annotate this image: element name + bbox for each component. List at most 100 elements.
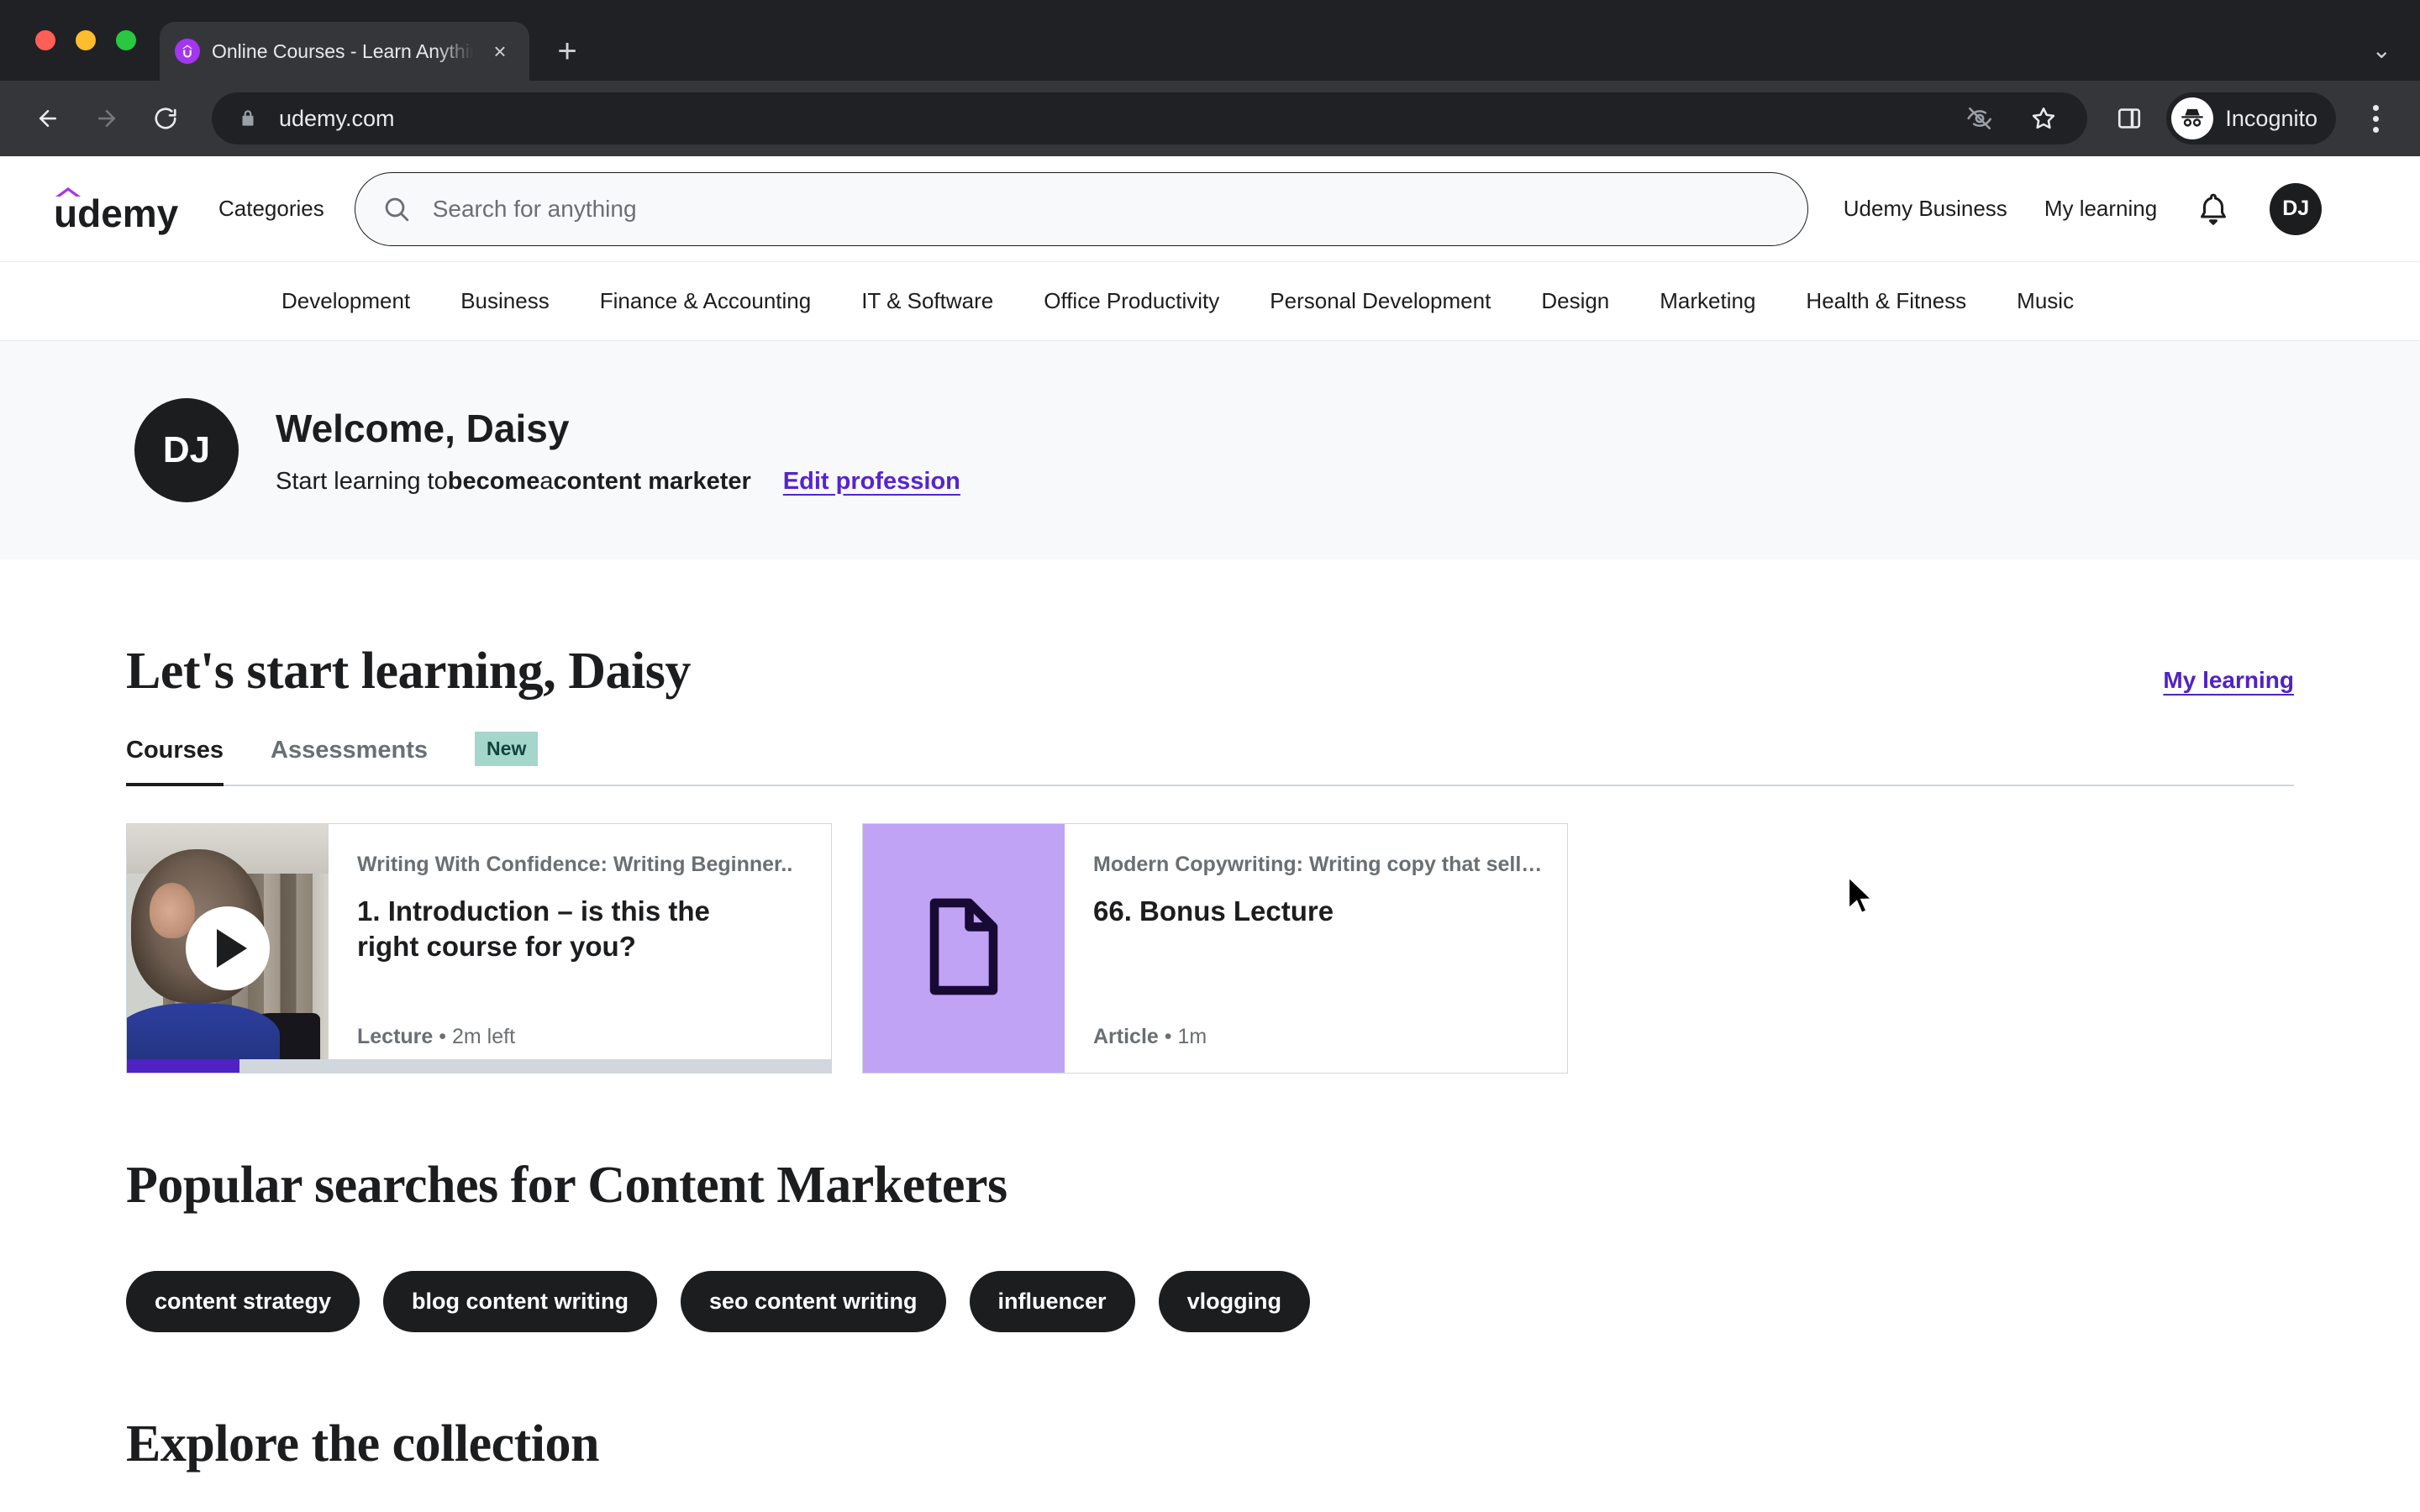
course-name: Modern Copywriting: Writing copy that se… <box>1093 853 1543 876</box>
incognito-label: Incognito <box>2225 105 2317 131</box>
browser-window: Online Courses - Learn Anything, On Your… <box>0 0 2420 1512</box>
svg-text:udemy: udemy <box>54 192 178 235</box>
welcome-sub-mid: a <box>539 467 554 495</box>
new-badge: New <box>475 732 539 766</box>
course-card-body: Writing With Confidence: Writing Beginne… <box>329 824 831 1073</box>
category-marketing[interactable]: Marketing <box>1634 288 1781 314</box>
side-panel-icon[interactable] <box>2107 97 2151 140</box>
course-thumbnail-article[interactable] <box>863 824 1065 1073</box>
course-card-body: Modern Copywriting: Writing copy that se… <box>1065 824 1567 1073</box>
explore-heading: Explore the collection <box>126 1415 599 1473</box>
explore-section-header: Explore the collection <box>126 1415 2294 1474</box>
welcome-avatar: DJ <box>134 398 239 502</box>
search-icon <box>382 195 411 223</box>
tab-search-chevron-down-icon[interactable]: ⌄ <box>2372 39 2391 62</box>
my-learning-link-header[interactable]: My learning <box>2044 196 2157 222</box>
category-personal-development[interactable]: Personal Development <box>1244 288 1516 314</box>
course-card[interactable]: Modern Copywriting: Writing copy that se… <box>862 823 1568 1074</box>
udemy-favicon-icon <box>175 39 200 64</box>
pill-content-strategy[interactable]: content strategy <box>126 1271 360 1332</box>
main-content: Let's start learning, Daisy My learning … <box>0 642 2420 1474</box>
bookmark-star-icon[interactable] <box>2022 97 2065 140</box>
site-header: udemy Categories Search for anything Ude… <box>0 156 2420 262</box>
course-name: Writing With Confidence: Writing Beginne… <box>357 853 793 876</box>
udemy-logo-icon[interactable]: udemy <box>44 183 179 235</box>
popular-heading: Popular searches for Content Marketers <box>126 1157 1007 1214</box>
forward-button[interactable] <box>81 92 133 144</box>
category-music[interactable]: Music <box>1991 288 2099 314</box>
udemy-business-link[interactable]: Udemy Business <box>1844 196 2007 222</box>
category-design[interactable]: Design <box>1516 288 1634 314</box>
popular-section-header: Popular searches for Content Marketers <box>126 1156 2294 1215</box>
search-bar[interactable]: Search for anything <box>354 171 1808 246</box>
category-finance-accounting[interactable]: Finance & Accounting <box>575 288 837 314</box>
maximize-window-button[interactable] <box>116 30 136 50</box>
lock-icon <box>234 97 262 140</box>
new-tab-button[interactable]: + <box>544 29 590 74</box>
pill-influencer[interactable]: influencer <box>969 1271 1135 1332</box>
course-card-meta: Article • 1m <box>1093 1025 1567 1073</box>
tab-assessments[interactable]: Assessments <box>271 737 428 785</box>
pill-vlogging[interactable]: vlogging <box>1158 1271 1311 1332</box>
category-nav: Development Business Finance & Accountin… <box>0 262 2420 341</box>
window-controls <box>0 30 136 81</box>
close-window-button[interactable] <box>35 30 55 50</box>
browser-menu-icon[interactable] <box>2353 92 2398 144</box>
user-avatar[interactable]: DJ <box>2270 182 2323 235</box>
welcome-title: Welcome, Daisy <box>276 406 570 450</box>
course-thumbnail-video[interactable] <box>127 824 329 1073</box>
pill-blog-content-writing[interactable]: blog content writing <box>383 1271 658 1332</box>
learning-heading: Let's start learning, Daisy <box>126 643 691 700</box>
pill-seo-content-writing[interactable]: seo content writing <box>681 1271 946 1332</box>
browser-tab-strip: Online Courses - Learn Anything, On Your… <box>0 0 2420 81</box>
category-health-fitness[interactable]: Health & Fitness <box>1781 288 1991 314</box>
search-input[interactable]: Search for anything <box>433 196 637 223</box>
tab-courses[interactable]: Courses <box>126 737 224 786</box>
course-card-menu-icon[interactable] <box>819 848 831 885</box>
cookie-blocked-eye-slash-icon[interactable] <box>1958 97 2002 140</box>
lecture-title: 66. Bonus Lecture <box>1093 895 1334 927</box>
browser-tab-title: Online Courses - Learn Anything, On Your… <box>212 39 474 62</box>
content-duration: 1m <box>1177 1025 1207 1048</box>
person-face <box>149 882 195 939</box>
lecture-title: 1. Introduction – is this the right cour… <box>357 895 710 963</box>
meta-separator: • <box>439 1025 447 1048</box>
incognito-icon <box>2171 97 2214 139</box>
category-it-software[interactable]: IT & Software <box>836 288 1018 314</box>
learning-tabs: Courses Assessments New <box>126 732 2294 786</box>
mouse-cursor <box>1847 875 1876 915</box>
course-progress-fill <box>127 1059 240 1073</box>
play-triangle <box>217 929 247 968</box>
category-office-productivity[interactable]: Office Productivity <box>1018 288 1244 314</box>
learning-section-header: Let's start learning, Daisy My learning <box>126 642 2294 701</box>
course-progress-bar <box>127 1059 831 1073</box>
address-bar-url: udemy.com <box>279 105 395 131</box>
welcome-sub-prefix: Start learning to <box>276 467 448 495</box>
content-duration: 2m left <box>451 1025 516 1048</box>
reload-button[interactable] <box>139 92 192 144</box>
play-icon[interactable] <box>186 906 270 990</box>
popular-search-pills: content strategy blog content writing se… <box>126 1271 2294 1332</box>
edit-profession-link[interactable]: Edit profession <box>783 468 960 496</box>
content-type: Article <box>1093 1025 1159 1048</box>
course-card-list: Writing With Confidence: Writing Beginne… <box>126 823 2294 1074</box>
my-learning-link[interactable]: My learning <box>2163 667 2294 694</box>
welcome-sub-bold-profession: content marketer <box>553 467 751 495</box>
content-type: Lecture <box>357 1025 434 1048</box>
browser-toolbar: udemy.com Incognito <box>0 81 2420 156</box>
close-tab-button[interactable]: × <box>486 37 514 66</box>
categories-button[interactable]: Categories <box>200 196 343 222</box>
address-bar[interactable]: udemy.com <box>212 92 2088 144</box>
document-icon <box>922 895 1006 1002</box>
notifications-bell-icon[interactable] <box>2194 190 2233 228</box>
category-development[interactable]: Development <box>256 288 435 314</box>
course-card[interactable]: Writing With Confidence: Writing Beginne… <box>126 823 832 1074</box>
minimize-window-button[interactable] <box>76 30 96 50</box>
welcome-subtitle: Start learning to become a content marke… <box>276 468 960 496</box>
meta-separator: • <box>1164 1025 1172 1048</box>
category-business[interactable]: Business <box>435 288 575 314</box>
back-button[interactable] <box>22 92 74 144</box>
profile-incognito-chip[interactable]: Incognito <box>2166 92 2336 144</box>
article-thumbnail <box>863 824 1065 1073</box>
browser-tab[interactable]: Online Courses - Learn Anything, On Your… <box>160 22 529 81</box>
